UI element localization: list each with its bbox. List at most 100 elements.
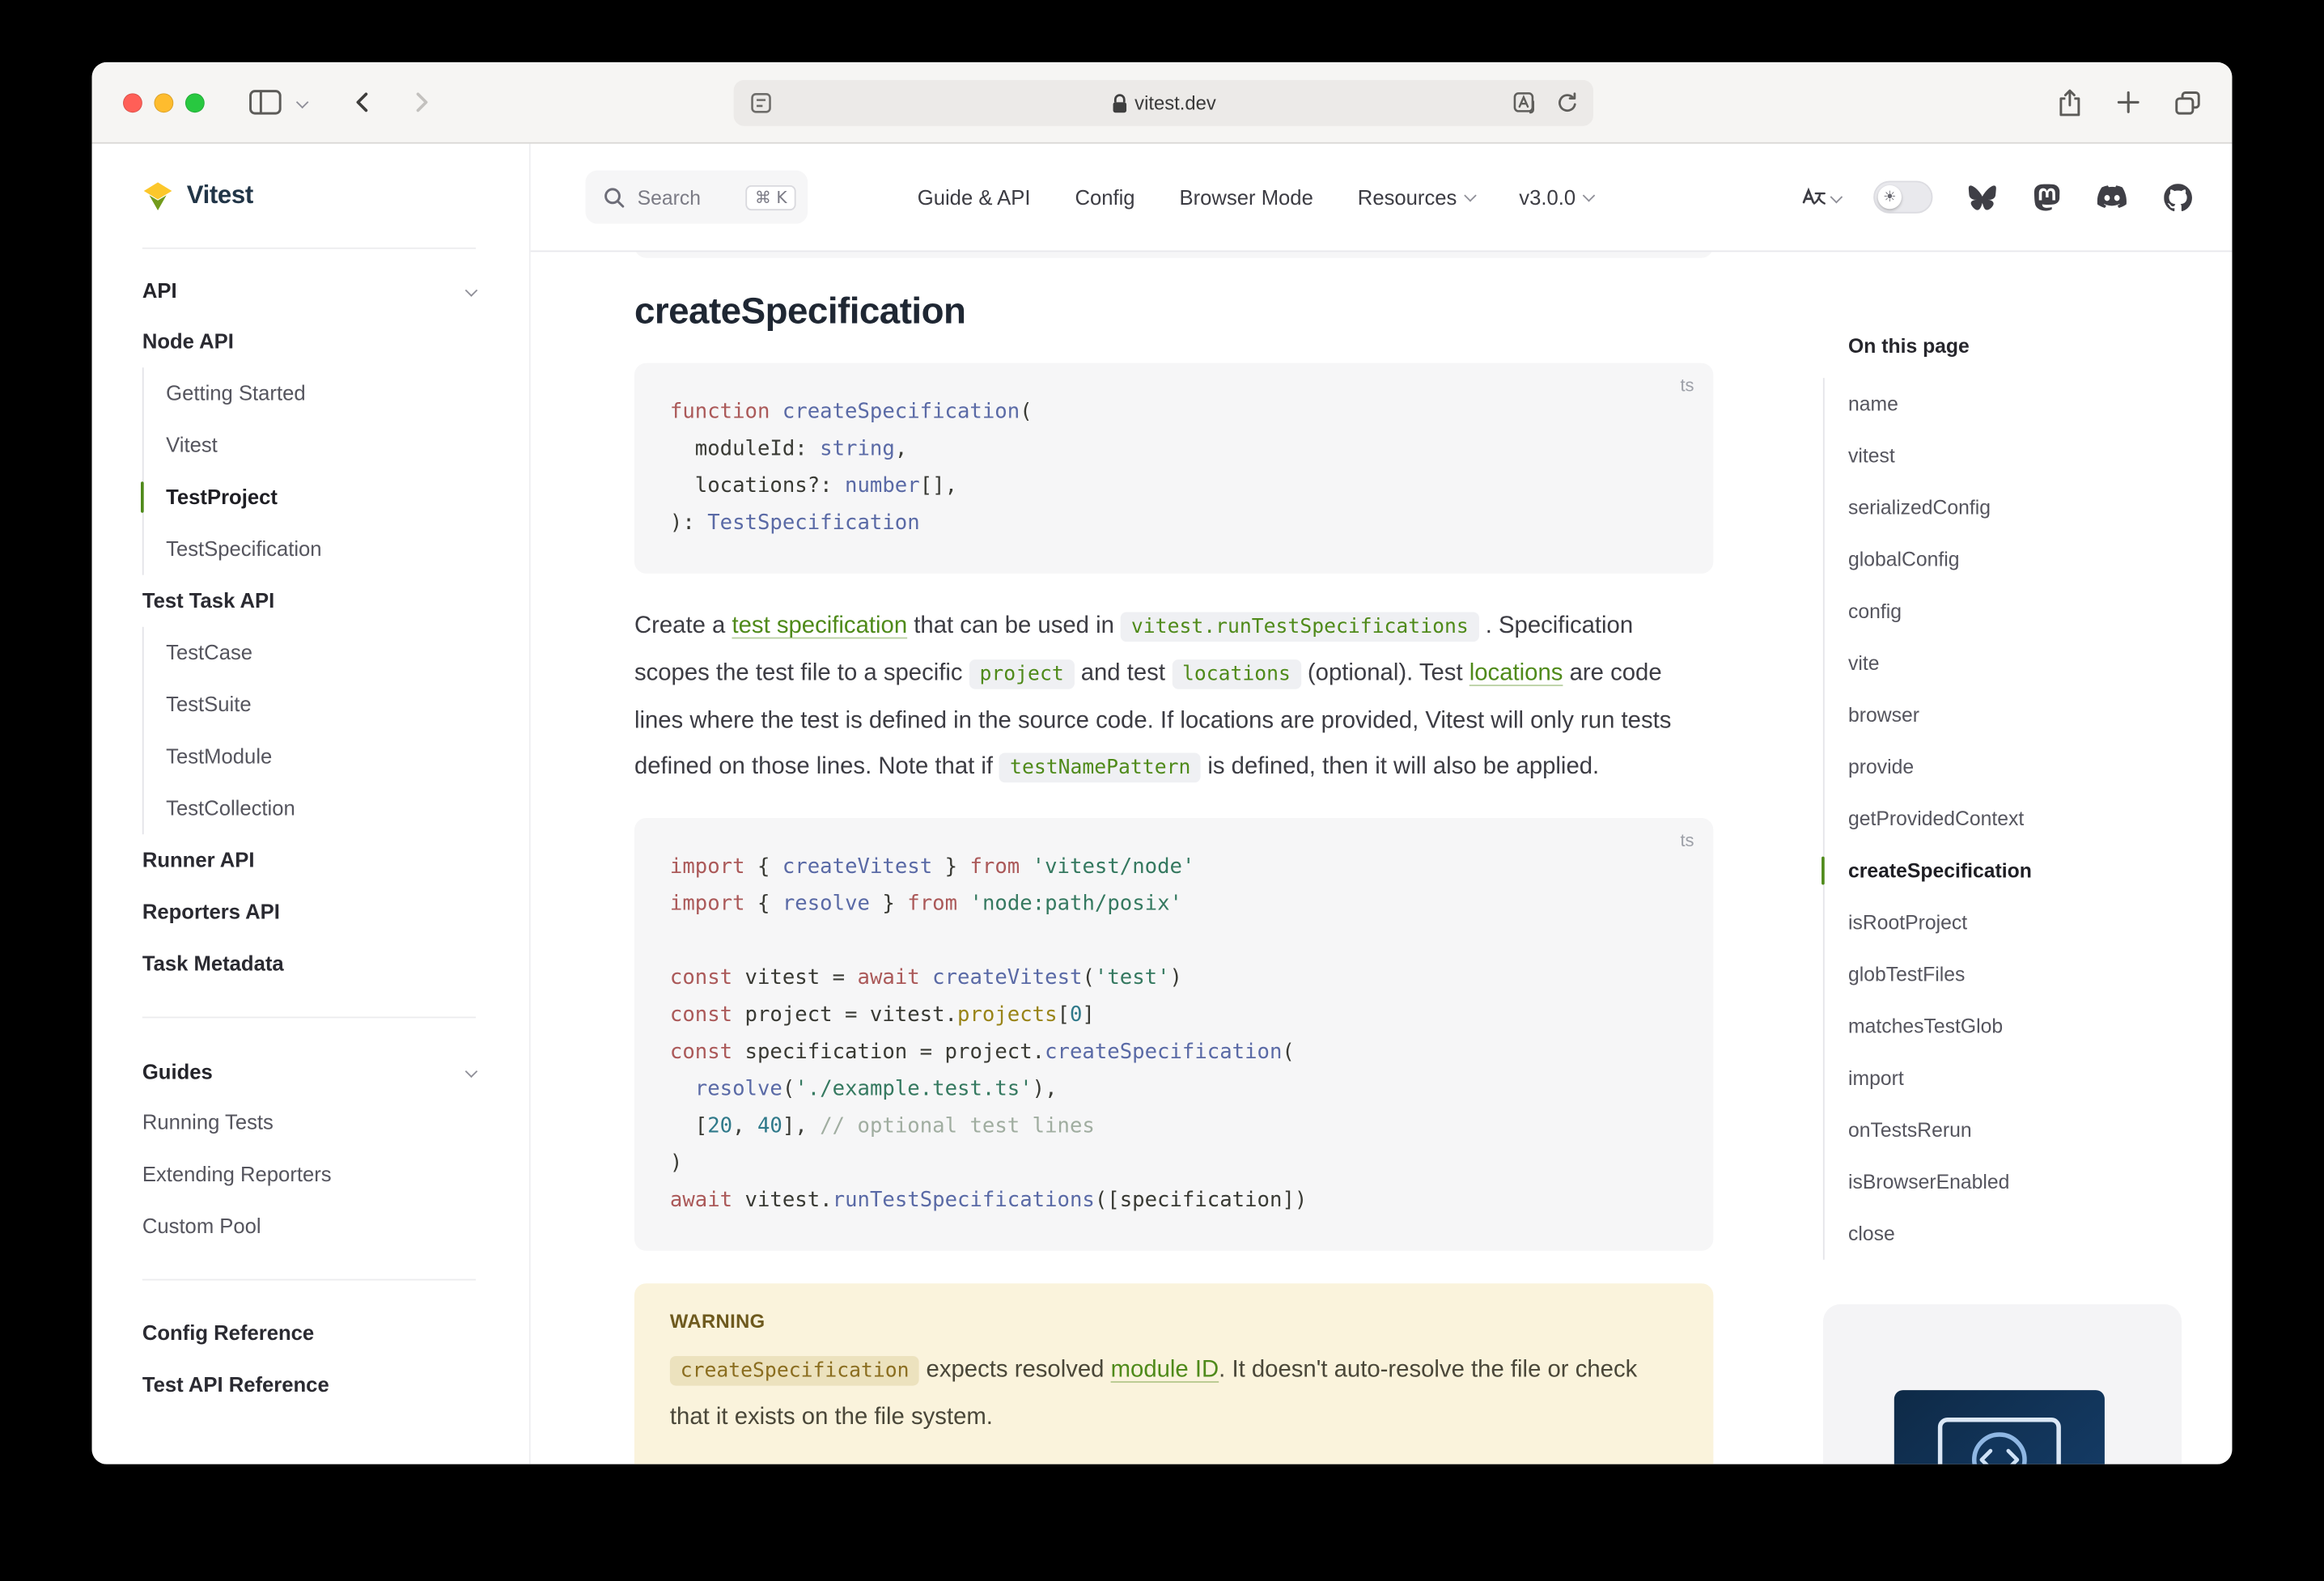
sidebar-item-task-metadata[interactable]: Task Metadata (142, 938, 476, 990)
toc-item-serializedconfig[interactable]: serializedConfig (1848, 481, 2182, 533)
appearance-toggle[interactable]: ☀ (1873, 180, 1932, 213)
code-token: vitest = (732, 966, 857, 990)
sidebar-item-node-api[interactable]: Node API (142, 316, 476, 367)
reload-button[interactable] (1546, 82, 1587, 123)
nav-link-guide-api[interactable]: Guide & API (918, 185, 1031, 209)
sidebar-item-testproject[interactable]: TestProject (166, 471, 476, 523)
toc-item-matchestestglob[interactable]: matchesTestGlob (1848, 1000, 2182, 1052)
code-token: TestSpecification (707, 511, 919, 535)
new-tab-button[interactable] (2108, 82, 2149, 123)
sidebar-menu-chevron[interactable] (290, 82, 314, 123)
sidebar-item-testspecification[interactable]: TestSpecification (166, 523, 476, 575)
toc-item-provide[interactable]: provide (1848, 741, 2182, 793)
code-lang-badge: ts (1680, 375, 1694, 396)
sidebar-item-testcollection[interactable]: TestCollection (166, 782, 476, 834)
sponsor-ad-card[interactable] (1823, 1304, 2182, 1464)
code-line: locations?: number[], (670, 468, 1678, 506)
toc-item-import[interactable]: import (1848, 1052, 2182, 1104)
toc-item-isrootproject[interactable]: isRootProject (1848, 896, 2182, 948)
nav-link-config[interactable]: Config (1075, 185, 1134, 209)
sidebar-item-testsuite[interactable]: TestSuite (166, 679, 476, 731)
sidebar-divider (142, 1279, 476, 1281)
sidebar-item-test-api-reference[interactable]: Test API Reference (142, 1359, 476, 1411)
toc-item-close[interactable]: close (1848, 1208, 2182, 1260)
sidebar-item-runner-api[interactable]: Runner API (142, 834, 476, 886)
close-window-button[interactable] (123, 93, 142, 112)
toc-item-createspecification[interactable]: createSpecification (1848, 845, 2182, 896)
toc-item-ontestsrerun[interactable]: onTestsRerun (1848, 1104, 2182, 1156)
reload-icon (1555, 91, 1577, 113)
inline-link[interactable]: locations (1469, 661, 1563, 686)
sidebar-section-api[interactable]: API (142, 264, 476, 316)
back-icon (351, 91, 375, 114)
chevron-down-icon (465, 283, 478, 296)
minimize-window-button[interactable] (154, 93, 173, 112)
code-token: ( (782, 1078, 795, 1101)
sidebar-item-vitest[interactable]: Vitest (166, 419, 476, 471)
nav-link-v3-0-0[interactable]: v3.0.0 (1519, 185, 1593, 209)
toc-item-vite[interactable]: vite (1848, 638, 2182, 689)
toc-item-getprovidedcontext[interactable]: getProvidedContext (1848, 793, 2182, 845)
sidebar-item-testmodule[interactable]: TestModule (166, 731, 476, 782)
sidebar-item-custom-pool[interactable]: Custom Pool (142, 1201, 476, 1253)
desktop: vitest.dev (0, 0, 2324, 1581)
text-run: expects resolved (919, 1358, 1110, 1383)
code-token: ( (1082, 966, 1094, 990)
sidebar-toggle-button[interactable] (244, 82, 286, 123)
inline-link[interactable]: test specification (732, 613, 907, 638)
mastodon-link[interactable] (2030, 180, 2063, 213)
code-line: const vitest = await createVitest('test'… (670, 960, 1678, 998)
bluesky-link[interactable] (1966, 180, 1998, 213)
search-icon (603, 186, 625, 208)
tab-overview-button[interactable] (2167, 82, 2208, 123)
toc-item-browser[interactable]: browser (1848, 689, 2182, 741)
nav-link-resources[interactable]: Resources (1358, 185, 1475, 209)
sidebar-item-config-reference[interactable]: Config Reference (142, 1307, 476, 1358)
sidebar-item-testcase[interactable]: TestCase (166, 627, 476, 679)
nav-link-browser-mode[interactable]: Browser Mode (1180, 185, 1313, 209)
toc-item-globtestfiles[interactable]: globTestFiles (1848, 948, 2182, 1000)
signature-code-block[interactable]: ts function createSpecification( moduleI… (634, 363, 1713, 574)
sidebar-item-getting-started[interactable]: Getting Started (166, 367, 476, 419)
sidebar-item-test-task-api[interactable]: Test Task API (142, 575, 476, 627)
forward-button[interactable] (401, 82, 442, 123)
github-link[interactable] (2161, 180, 2194, 213)
code-token: } (870, 892, 907, 916)
toc-item-name[interactable]: name (1848, 378, 2182, 430)
back-button[interactable] (342, 82, 384, 123)
code-line: moduleId: string, (670, 431, 1678, 468)
inline-code: locations (1172, 659, 1301, 689)
sidebar-subitems: Getting StartedVitestTestProjectTestSpec… (142, 367, 476, 574)
code-token: specification (1120, 1189, 1283, 1212)
share-button[interactable] (2048, 82, 2089, 123)
toc-item-vitest[interactable]: vitest (1848, 430, 2182, 481)
sidebar-item-extending-reporters[interactable]: Extending Reporters (142, 1149, 476, 1201)
inline-link[interactable]: module ID (1111, 1358, 1219, 1383)
bluesky-icon (1967, 184, 1995, 210)
code-token: project = vitest. (732, 1003, 957, 1027)
sidebar-section-guides[interactable]: Guides (142, 1045, 476, 1096)
code-token: ]) (1282, 1189, 1307, 1212)
code-token: // optional test lines (820, 1114, 1095, 1138)
zoom-window-button[interactable] (185, 93, 205, 112)
example-code-block[interactable]: ts import { createVitest } from 'vitest/… (634, 818, 1713, 1251)
code-line: const project = vitest.projects[0] (670, 998, 1678, 1035)
code-token: number (845, 474, 920, 498)
toc-items: namevitestserializedConfigglobalConfigco… (1823, 378, 2182, 1260)
language-menu-button[interactable] (1800, 185, 1841, 209)
sidebar-subitems: TestCaseTestSuiteTestModuleTestCollectio… (142, 627, 476, 834)
code-token: 'test' (1095, 966, 1170, 990)
toc-item-globalconfig[interactable]: globalConfig (1848, 533, 2182, 585)
sidebar-item-running-tests[interactable]: Running Tests (142, 1096, 476, 1148)
translate-button[interactable] (1504, 82, 1546, 123)
page-content[interactable]: createSpecification ts function createSp… (531, 252, 2233, 1464)
toc-item-isbrowserenabled[interactable]: isBrowserEnabled (1848, 1156, 2182, 1208)
toc-item-config[interactable]: config (1848, 585, 2182, 637)
site-logo[interactable]: Vitest (142, 171, 476, 221)
address-bar[interactable]: vitest.dev (734, 80, 1593, 126)
code-line: resolve('./example.test.ts'), (670, 1071, 1678, 1108)
discord-link[interactable] (2096, 180, 2128, 213)
sidebar-item-reporters-api[interactable]: Reporters API (142, 886, 476, 938)
search-button[interactable]: Search ⌘ K (585, 171, 808, 224)
code-token: createSpecification (782, 401, 1020, 424)
